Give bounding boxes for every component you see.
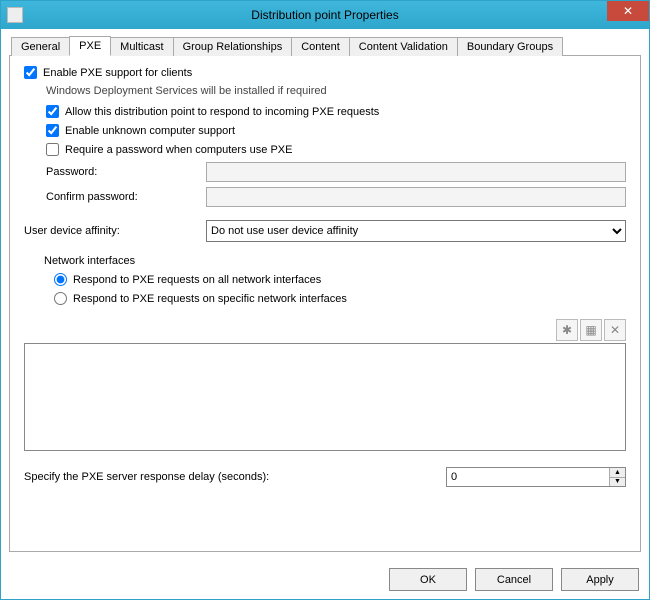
allow-respond-row: Allow this distribution point to respond… <box>24 105 626 118</box>
unknown-support-label: Enable unknown computer support <box>65 125 235 137</box>
radio-all-row: Respond to PXE requests on all network i… <box>24 273 626 286</box>
tab-pxe[interactable]: PXE <box>69 36 111 56</box>
wds-note: Windows Deployment Services will be inst… <box>24 85 626 97</box>
tab-general[interactable]: General <box>11 37 70 56</box>
edit-interface-button: ▦ <box>580 319 602 341</box>
dialog-window: Distribution point Properties ✕ General … <box>0 0 650 600</box>
delay-row: Specify the PXE server response delay (s… <box>24 467 626 487</box>
radio-all-label: Respond to PXE requests on all network i… <box>73 274 321 286</box>
confirm-password-row: Confirm password: <box>24 187 626 207</box>
require-password-checkbox[interactable] <box>46 143 59 156</box>
tab-strip: General PXE Multicast Group Relationship… <box>9 35 641 56</box>
ok-button[interactable]: OK <box>389 568 467 591</box>
dialog-footer: OK Cancel Apply <box>1 560 649 599</box>
star-icon: ✱ <box>562 323 572 337</box>
confirm-password-label: Confirm password: <box>46 191 206 203</box>
cancel-button[interactable]: Cancel <box>475 568 553 591</box>
enable-pxe-label: Enable PXE support for clients <box>43 67 192 79</box>
user-affinity-select[interactable]: Do not use user device affinity <box>206 220 626 242</box>
unknown-support-row: Enable unknown computer support <box>24 124 626 137</box>
window-title: Distribution point Properties <box>1 8 649 22</box>
delay-spinner: ▲ ▼ <box>446 467 626 487</box>
password-input <box>206 162 626 182</box>
radio-specific-row: Respond to PXE requests on specific netw… <box>24 292 626 305</box>
close-icon: ✕ <box>623 4 633 18</box>
delay-label: Specify the PXE server response delay (s… <box>24 471 446 483</box>
require-password-row: Require a password when computers use PX… <box>24 143 626 156</box>
spinner-down-button[interactable]: ▼ <box>610 478 625 487</box>
tab-multicast[interactable]: Multicast <box>110 37 173 56</box>
unknown-support-checkbox[interactable] <box>46 124 59 137</box>
interfaces-toolbar: ✱ ▦ ✕ <box>24 319 626 341</box>
password-row: Password: <box>24 162 626 182</box>
password-label: Password: <box>46 166 206 178</box>
require-password-label: Require a password when computers use PX… <box>65 144 292 156</box>
spinner-buttons: ▲ ▼ <box>609 468 625 486</box>
tab-group-relationships[interactable]: Group Relationships <box>173 37 293 56</box>
enable-pxe-row: Enable PXE support for clients <box>24 66 626 79</box>
network-interfaces-label: Network interfaces <box>44 255 626 267</box>
delete-interface-button: ✕ <box>604 319 626 341</box>
content-area: General PXE Multicast Group Relationship… <box>1 29 649 560</box>
delay-input[interactable] <box>447 468 609 486</box>
add-interface-button: ✱ <box>556 319 578 341</box>
radio-specific-interfaces[interactable] <box>54 292 67 305</box>
apply-button[interactable]: Apply <box>561 568 639 591</box>
radio-all-interfaces[interactable] <box>54 273 67 286</box>
allow-respond-label: Allow this distribution point to respond… <box>65 106 379 118</box>
chevron-up-icon: ▲ <box>614 469 621 476</box>
confirm-password-input <box>206 187 626 207</box>
radio-specific-label: Respond to PXE requests on specific netw… <box>73 293 347 305</box>
user-affinity-label: User device affinity: <box>24 225 206 237</box>
user-affinity-row: User device affinity: Do not use user de… <box>24 220 626 242</box>
tab-content-validation[interactable]: Content Validation <box>349 37 458 56</box>
pxe-panel: Enable PXE support for clients Windows D… <box>9 56 641 552</box>
titlebar: Distribution point Properties ✕ <box>1 1 649 29</box>
allow-respond-checkbox[interactable] <box>46 105 59 118</box>
tab-boundary-groups[interactable]: Boundary Groups <box>457 37 563 56</box>
spinner-up-button[interactable]: ▲ <box>610 468 625 478</box>
properties-icon: ▦ <box>585 323 596 337</box>
interfaces-listbox <box>24 343 626 451</box>
enable-pxe-checkbox[interactable] <box>24 66 37 79</box>
chevron-down-icon: ▼ <box>614 478 621 485</box>
close-button[interactable]: ✕ <box>607 1 649 21</box>
tab-content[interactable]: Content <box>291 37 350 56</box>
delete-icon: ✕ <box>610 323 620 337</box>
